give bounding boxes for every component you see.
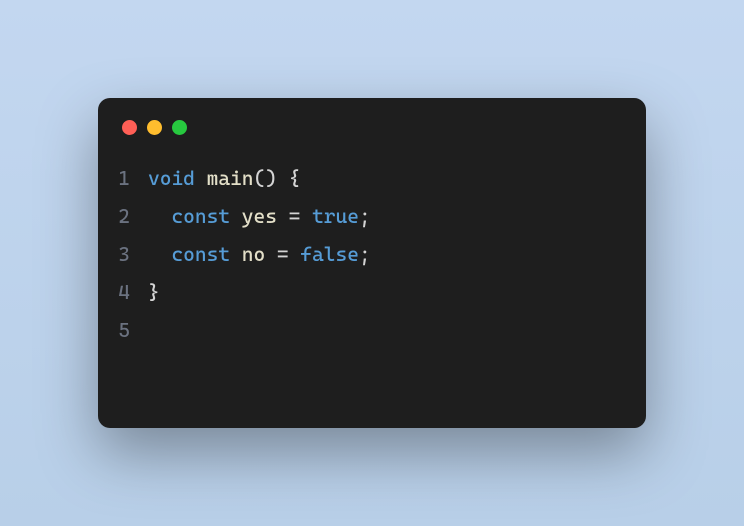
punct-token: = [277,242,289,266]
code-line: 3 const no = false; [118,235,622,273]
keyword-token: const [171,242,230,266]
punct-token: ; [359,242,371,266]
code-line: 4 } [118,273,622,311]
literal-token: false [300,242,359,266]
code-content: void main() { [148,159,300,197]
identifier-token: yes [242,204,277,228]
punct-token: { [289,166,301,190]
line-number: 4 [118,273,148,311]
punct-token: } [148,280,160,304]
window-titlebar [98,98,646,145]
line-number: 3 [118,235,148,273]
punct-token: () [253,166,276,190]
code-content: const no = false; [148,235,371,273]
keyword-token: const [171,204,230,228]
punct-token: = [289,204,301,228]
line-number: 1 [118,159,148,197]
code-content: const yes = true; [148,197,371,235]
punct-token: ; [359,204,371,228]
code-content: } [148,273,160,311]
zoom-icon[interactable] [172,120,187,135]
minimize-icon[interactable] [147,120,162,135]
code-line: 1 void main() { [118,159,622,197]
keyword-token: void [148,166,195,190]
code-line: 5 [118,311,622,349]
code-editor-window: 1 void main() { 2 const yes = true; 3 co… [98,98,646,428]
identifier-token: main [207,166,254,190]
line-number: 5 [118,311,148,349]
literal-token: true [312,204,359,228]
code-area[interactable]: 1 void main() { 2 const yes = true; 3 co… [98,145,646,369]
code-line: 2 const yes = true; [118,197,622,235]
close-icon[interactable] [122,120,137,135]
identifier-token: no [242,242,265,266]
line-number: 2 [118,197,148,235]
